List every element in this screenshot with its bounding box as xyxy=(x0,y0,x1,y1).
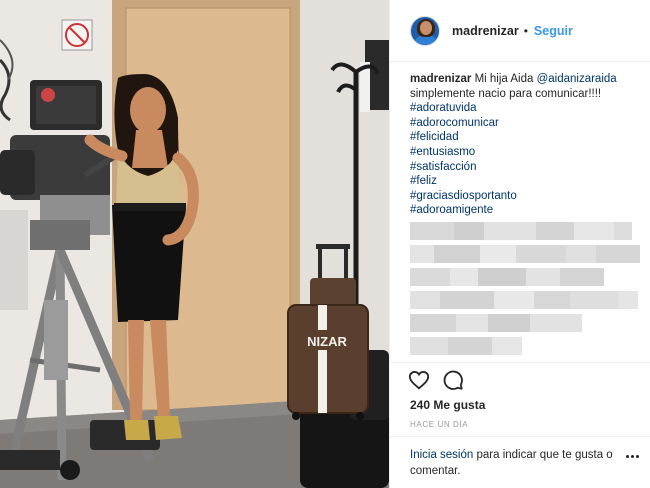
post-photo[interactable]: NIZAR xyxy=(0,0,389,488)
luggage-label: NIZAR xyxy=(307,334,347,349)
heart-icon[interactable] xyxy=(408,369,430,391)
caption-username[interactable]: madrenizar xyxy=(410,73,471,85)
hashtag-link[interactable]: #adoroamigente xyxy=(410,203,640,218)
post-caption: madrenizar Mi hija Aida @aidanizaraida s… xyxy=(410,72,640,218)
login-link[interactable]: Inicia sesión xyxy=(410,449,473,461)
hashtag-link[interactable]: #feliz xyxy=(410,174,640,189)
caption-text-continued: simplemente nacio para comunicar!!!! xyxy=(410,87,602,100)
follow-button[interactable]: Seguir xyxy=(534,24,573,38)
caption-text: Mi hija Aida xyxy=(474,73,534,85)
username[interactable]: madrenizar xyxy=(452,24,519,38)
hashtag-link[interactable]: #entusiasmo xyxy=(410,145,640,160)
hashtag-link[interactable]: #graciasdiosportanto xyxy=(410,189,640,204)
post-header: madrenizar • Seguir xyxy=(390,0,650,62)
avatar[interactable] xyxy=(410,15,440,46)
blurred-comments xyxy=(410,222,642,362)
hashtag-link[interactable]: #satisfacción xyxy=(410,160,640,175)
post-image-illustration: NIZAR xyxy=(0,0,389,488)
like-count[interactable]: 240 Me gusta xyxy=(410,398,485,412)
hashtag-link[interactable]: #felicidad xyxy=(410,130,640,145)
caption-mention[interactable]: @aidanizaraida xyxy=(537,73,617,85)
hashtag-link[interactable]: #adoratuvida xyxy=(410,101,640,116)
post-sidebar: madrenizar • Seguir madrenizar Mi hija A… xyxy=(389,0,650,488)
post-timestamp: HACE UN DÍA xyxy=(410,420,469,429)
hashtag-link[interactable]: #adorocomunicar xyxy=(410,116,640,131)
comment-icon[interactable] xyxy=(442,369,464,391)
login-prompt: Inicia sesión para indicar que te gusta … xyxy=(390,436,650,488)
separator-dot: • xyxy=(523,23,528,38)
more-options-icon[interactable] xyxy=(626,455,639,458)
